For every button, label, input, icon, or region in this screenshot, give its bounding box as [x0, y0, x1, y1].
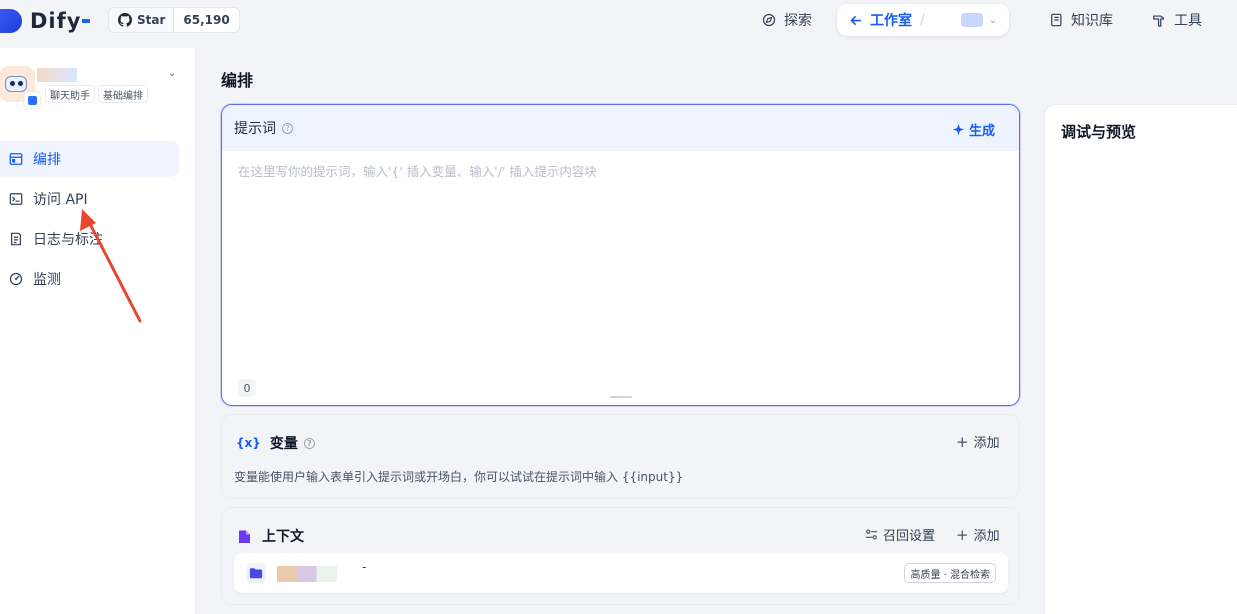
plus-icon: + — [956, 525, 969, 544]
nav-knowledge[interactable]: 知识库 — [1050, 4, 1113, 36]
add-variable-button[interactable]: + 添加 — [956, 432, 1000, 452]
chevron-down-icon[interactable]: ⌄ — [168, 68, 176, 79]
generate-prompt-button[interactable]: 生成 — [952, 120, 995, 139]
book-icon — [1050, 13, 1063, 27]
page-title: 编排 — [221, 71, 254, 90]
robot-eye-left — [10, 81, 15, 86]
logo-text: Dify — [30, 9, 82, 33]
sidebar-item-api[interactable]: 访问 API — [0, 181, 179, 217]
prompt-editor-card: 提示词 ? 生成 在这里写你的提示词，输入'{' 插入变量、输入'/' 插入提示… — [221, 104, 1020, 406]
prompt-input[interactable]: 在这里写你的提示词，输入'{' 插入变量、输入'/' 插入提示内容块 — [238, 161, 597, 180]
nav-explore-label: 探索 — [784, 13, 812, 29]
settings-sliders-icon — [865, 529, 878, 540]
dataset-item[interactable]: - 高质量 · 混合检索 — [234, 553, 1008, 593]
breadcrumb-separator: / — [920, 12, 925, 28]
app-mode-tag: 聊天助手 — [45, 85, 95, 103]
nav-studio-label: 工作室 — [870, 13, 912, 29]
robot-eye-right — [18, 81, 23, 86]
retrieval-settings-label: 召回设置 — [883, 529, 936, 544]
add-variable-label: 添加 — [973, 436, 1000, 451]
variables-description: 变量能使用户输入表单引入提示词或开场白，你可以试试在提示词中输入 {{input… — [234, 470, 684, 484]
context-title-label: 上下文 — [262, 529, 304, 545]
github-icon — [118, 13, 132, 27]
add-context-button[interactable]: + 添加 — [956, 525, 1000, 545]
dify-logo[interactable]: Dify — [0, 6, 91, 36]
nav-knowledge-label: 知识库 — [1071, 13, 1113, 29]
retrieval-mode-badge: 高质量 · 混合检索 — [904, 563, 996, 583]
app-info[interactable]: ⌄ 聊天助手 基础编排 — [0, 62, 196, 112]
app-sidebar: ⌄ 聊天助手 基础编排 编排 访问 API 日志与标注 监测 — [0, 48, 196, 614]
compass-icon — [762, 13, 776, 27]
nav-explore[interactable]: 探索 — [762, 4, 812, 36]
hammer-icon — [1152, 13, 1166, 27]
github-star[interactable]: Star — [109, 8, 175, 32]
plus-icon: + — [956, 432, 969, 451]
nav-tools-label: 工具 — [1174, 13, 1202, 29]
help-icon[interactable]: ? — [303, 437, 315, 449]
app-type-badge-icon — [24, 92, 40, 108]
debug-title: 调试与预览 — [1061, 123, 1137, 141]
dataset-name-redacted — [277, 566, 337, 582]
prompt-label: 提示词 — [234, 121, 276, 137]
app-orchestration-tag: 基础编排 — [98, 85, 148, 103]
nav-studio[interactable]: 工作室 / ⌄ — [837, 4, 1010, 36]
dify-logo-mark — [0, 9, 22, 33]
github-star-count: 65,190 — [183, 13, 230, 27]
layout-icon — [9, 152, 23, 166]
github-star-button[interactable]: Star 65,190 — [108, 7, 240, 33]
help-icon[interactable]: ? — [282, 122, 293, 134]
robot-icon — [5, 76, 27, 92]
sidebar-item-logs[interactable]: 日志与标注 — [0, 221, 179, 257]
logo-underscore — [82, 19, 91, 23]
sparkle-icon — [952, 123, 965, 136]
sidebar-item-label: 监测 — [33, 272, 61, 288]
arrow-left-icon — [849, 14, 862, 27]
variable-brace-icon: {x} — [236, 436, 261, 450]
folder-icon — [246, 563, 266, 583]
gauge-icon — [9, 272, 23, 286]
github-star-label: Star — [137, 13, 166, 27]
prompt-char-count: 0 — [238, 379, 256, 397]
debug-preview-panel: 调试与预览 — [1044, 104, 1237, 614]
nav-tools[interactable]: 工具 — [1152, 4, 1202, 36]
variables-title: {x} 变量 ? — [236, 433, 315, 453]
resize-handle[interactable] — [610, 396, 632, 398]
variables-title-label: 变量 — [269, 436, 298, 452]
sidebar-item-label: 访问 API — [33, 192, 88, 208]
top-header: Dify Star 65,190 探索 工作室 / ⌄ 知识库 工具 — [0, 0, 1237, 48]
current-app-chip[interactable] — [960, 13, 983, 27]
variables-card: {x} 变量 ? + 添加 变量能使用户输入表单引入提示词或开场白，你可以试试在… — [221, 414, 1020, 499]
sidebar-item-label: 日志与标注 — [33, 232, 103, 248]
context-card: 上下文 召回设置 + 添加 - 高质量 · 混合检索 — [221, 507, 1020, 605]
app-name-redacted — [37, 68, 77, 82]
sidebar-item-monitoring[interactable]: 监测 — [0, 261, 179, 297]
context-title: 上下文 — [238, 526, 304, 546]
chevron-down-icon[interactable]: ⌄ — [989, 15, 997, 26]
sidebar-item-label: 编排 — [33, 152, 61, 168]
terminal-icon — [9, 192, 23, 206]
add-context-label: 添加 — [973, 529, 1000, 544]
retrieval-settings-button[interactable]: 召回设置 — [865, 525, 935, 544]
document-icon — [239, 530, 250, 543]
file-list-icon — [9, 232, 23, 246]
sidebar-item-orchestrate[interactable]: 编排 — [0, 141, 179, 177]
dataset-separator: - — [362, 560, 367, 574]
prompt-header: 提示词 ? 生成 — [222, 105, 1019, 151]
generate-label: 生成 — [968, 124, 995, 139]
